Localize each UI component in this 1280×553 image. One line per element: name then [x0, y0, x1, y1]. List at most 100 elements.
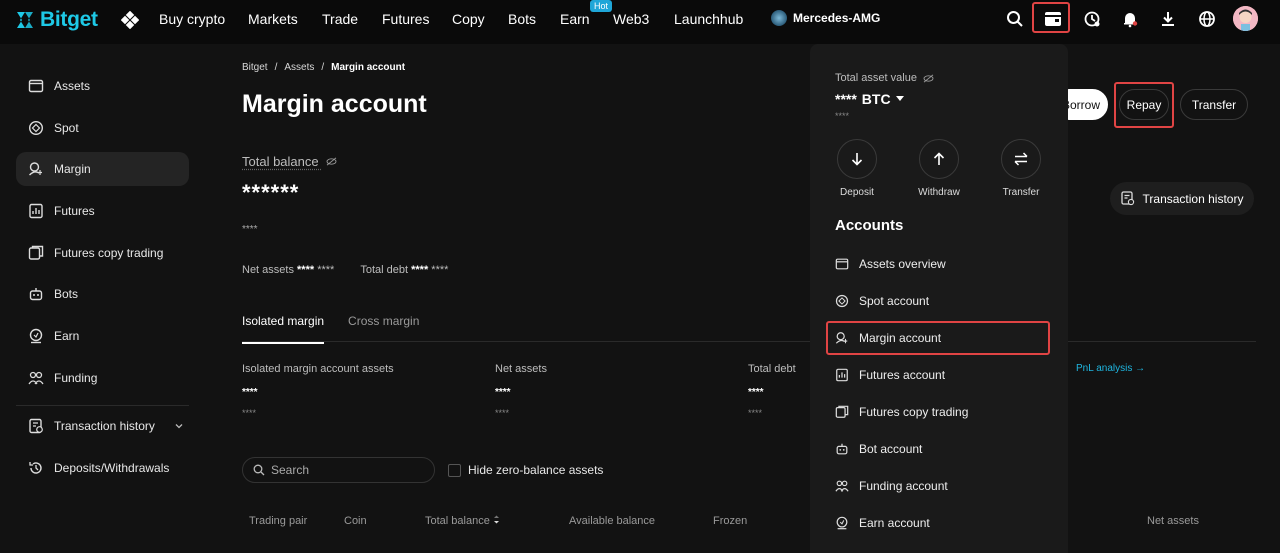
download-icon[interactable] [1157, 8, 1179, 30]
sidebar-item-label: Earn [54, 329, 80, 343]
sidebar-item-label: Bots [54, 287, 79, 301]
nav-buy-crypto[interactable]: Buy crypto [159, 11, 225, 27]
total-debt-label: Total debt [360, 264, 409, 276]
clock-icon[interactable] [1081, 8, 1103, 30]
sidebar-item-deposits-withdrawals[interactable]: Deposits/Withdrawals [16, 451, 189, 485]
eye-slash-icon[interactable] [326, 157, 337, 166]
sidebar-item-label: Assets [54, 79, 91, 93]
search-placeholder: Search [271, 463, 310, 477]
stat-sub: **** [495, 408, 510, 418]
account-label: Funding account [859, 479, 948, 493]
sidebar-item-spot[interactable]: Spot [16, 111, 189, 145]
nav-earn[interactable]: Earn [560, 11, 590, 27]
search-input[interactable]: Search [242, 457, 435, 483]
nav-futures[interactable]: Futures [382, 11, 429, 27]
pnl-analysis-link[interactable]: PnL analysis → [1076, 363, 1145, 374]
breadcrumb-bitget[interactable]: Bitget [242, 62, 268, 73]
sidebar-item-futures[interactable]: Futures [16, 194, 189, 228]
avatar[interactable] [1233, 6, 1258, 31]
account-assets-overview[interactable]: Assets overview [835, 247, 1055, 281]
eye-slash-icon[interactable] [923, 74, 934, 83]
arrow-up-icon [919, 139, 959, 179]
copy-trading-icon [28, 245, 44, 260]
tab-divider [242, 341, 1256, 342]
bitget-logo-icon [17, 12, 33, 28]
sidebar-item-transaction-history[interactable]: Transaction history [16, 409, 189, 443]
sidebar-item-earn[interactable]: Earn [16, 319, 189, 353]
stat-sub: **** [748, 408, 763, 418]
bitget-logo[interactable]: Bitget [14, 8, 98, 32]
account-label: Earn account [859, 516, 930, 530]
accounts-heading: Accounts [835, 217, 904, 234]
account-futures[interactable]: Futures account [835, 358, 1055, 392]
transfer-action[interactable]: Transfer [991, 139, 1051, 198]
account-futures-copy-trading[interactable]: Futures copy trading [835, 395, 1055, 429]
account-bot[interactable]: Bot account [835, 432, 1055, 466]
search-icon[interactable] [1004, 8, 1026, 30]
nav-bots[interactable]: Bots [508, 11, 536, 27]
total-balance-label: Total balance [242, 154, 337, 169]
margin-tabs: Isolated margin Cross margin [242, 314, 419, 344]
stat-value: **** [495, 387, 511, 398]
funding-icon [835, 480, 849, 492]
sidebar: Assets Spot Margin Futures Futures copy … [0, 44, 205, 553]
breadcrumb-current: Margin account [331, 62, 406, 73]
column-net-assets: Net assets [1147, 515, 1199, 527]
column-coin: Coin [344, 515, 367, 527]
transaction-history-button[interactable]: Transaction history [1110, 182, 1254, 215]
arrow-down-icon [837, 139, 877, 179]
nav-markets[interactable]: Markets [248, 11, 298, 27]
hide-zero-balance-toggle[interactable]: Hide zero-balance assets [448, 463, 603, 477]
sidebar-item-bots[interactable]: Bots [16, 277, 189, 311]
total-asset-value-text: Total asset value [835, 72, 917, 84]
futures-icon [29, 203, 43, 219]
nav-trade[interactable]: Trade [322, 11, 358, 27]
partner-mercedes[interactable]: Mercedes-AMG [771, 10, 880, 26]
account-funding[interactable]: Funding account [835, 469, 1055, 503]
tab-isolated-margin[interactable]: Isolated margin [242, 314, 325, 344]
partner-label: Mercedes-AMG [793, 11, 881, 25]
nav-launchhub[interactable]: Launchhub [674, 11, 743, 27]
nav-copy[interactable]: Copy [452, 11, 485, 27]
stat-isolated-assets: Isolated margin account assets **** **** [242, 363, 394, 418]
deposit-action[interactable]: Deposit [827, 139, 887, 198]
globe-icon[interactable] [1196, 8, 1218, 30]
wallet-highlight [1032, 2, 1070, 33]
total-asset-value[interactable]: **** BTC [835, 91, 904, 107]
deposit-icon [29, 462, 42, 474]
column-total-balance[interactable]: Total balance [425, 515, 500, 527]
sidebar-item-margin[interactable]: Margin [16, 152, 189, 186]
sidebar-item-label: Spot [54, 121, 79, 135]
sidebar-item-futures-copy-trading[interactable]: Futures copy trading [16, 236, 189, 270]
main-content: Bitget / Assets / Margin account Margin … [242, 44, 1272, 553]
account-spot[interactable]: Spot account [835, 284, 1055, 318]
breadcrumb-sep: / [321, 62, 325, 73]
stat-value: **** [242, 387, 258, 398]
breadcrumb-sep: / [274, 62, 278, 73]
stat-label: Net assets [495, 363, 547, 375]
net-assets-sub: **** [317, 264, 335, 276]
tab-cross-margin[interactable]: Cross margin [348, 314, 419, 344]
withdraw-action[interactable]: Withdraw [909, 139, 969, 198]
stat-sub: **** [242, 408, 257, 418]
account-earn[interactable]: Earn account [835, 506, 1055, 540]
mercedes-logo-icon [771, 10, 787, 26]
search-icon [253, 464, 265, 476]
breadcrumb-assets[interactable]: Assets [284, 62, 314, 73]
transfer-arrows-icon [1001, 139, 1041, 179]
account-label: Spot account [859, 294, 930, 308]
hide-zero-checkbox[interactable] [448, 463, 461, 477]
sidebar-item-label: Futures [54, 204, 95, 218]
deposit-label: Deposit [840, 187, 874, 198]
sidebar-item-funding[interactable]: Funding [16, 361, 189, 395]
top-nav: Bitget Buy crypto Markets Trade Futures … [0, 0, 1280, 44]
sidebar-item-assets[interactable]: Assets [16, 69, 189, 103]
hide-zero-label: Hide zero-balance assets [468, 463, 604, 477]
apps-grid-icon[interactable] [121, 11, 139, 29]
account-label: Futures copy trading [859, 405, 969, 419]
net-assets-value: **** [297, 264, 315, 276]
stat-label: Total debt [748, 363, 796, 375]
nav-web3[interactable]: Web3 [613, 11, 649, 27]
transfer-button[interactable]: Transfer [1180, 89, 1248, 120]
bell-icon[interactable] [1119, 8, 1141, 30]
